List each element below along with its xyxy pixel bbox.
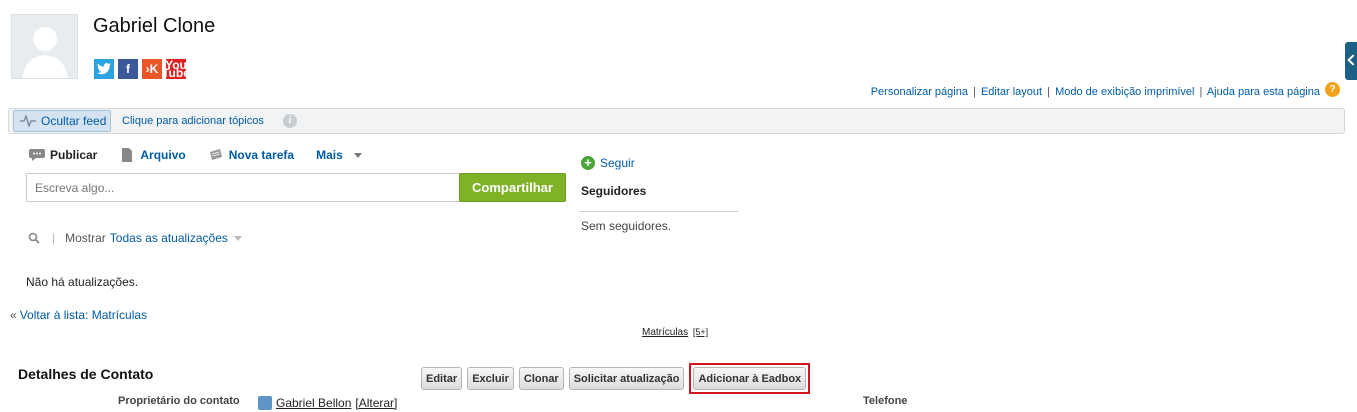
share-button[interactable]: Compartilhar: [459, 173, 566, 202]
follow-label: Seguir: [600, 156, 635, 170]
request-update-button[interactable]: Solicitar atualização: [568, 367, 685, 390]
social-icons: f ›K You Tube: [94, 59, 190, 79]
link-separator: |: [973, 86, 976, 98]
youtube-icon[interactable]: You Tube: [162, 59, 190, 79]
pulse-icon: [20, 115, 36, 127]
feed-empty-text: Não há atualizações.: [26, 275, 139, 289]
file-icon: [122, 148, 133, 162]
printable-view-link[interactable]: Modo de exibição imprimível: [1055, 86, 1194, 98]
section-title: Detalhes de Contato: [18, 366, 154, 382]
chevron-down-icon[interactable]: [233, 235, 242, 241]
feed-filter: | Mostrar Todas as atualizações: [28, 231, 242, 245]
clone-button[interactable]: Clonar: [518, 367, 564, 390]
change-owner-link[interactable]: [Alterar]: [355, 396, 397, 410]
compose-box: Compartilhar: [26, 173, 566, 202]
post-input[interactable]: [27, 174, 447, 201]
tab-publish[interactable]: Publicar: [29, 148, 97, 162]
related-enrollments-link[interactable]: Matrículas: [642, 327, 688, 338]
klout-icon[interactable]: ›K: [142, 59, 162, 79]
task-icon: [209, 149, 222, 160]
tab-new-task-label: Nova tarefa: [228, 148, 295, 162]
owner-field-value: Gabriel Bellon [Alterar]: [258, 396, 397, 410]
user-icon: [258, 396, 272, 410]
customize-page-link[interactable]: Personalizar página: [871, 86, 968, 98]
page-actions-links: Personalizar página | Editar layout | Mo…: [871, 86, 1320, 98]
profile-avatar[interactable]: [11, 14, 78, 79]
help-link[interactable]: Ajuda para esta página: [1207, 86, 1320, 98]
add-topics-link[interactable]: Clique para adicionar tópicos: [122, 115, 264, 127]
speech-bubble-icon: [29, 149, 45, 161]
side-collapse-tab[interactable]: [1345, 42, 1357, 80]
profile-name: Gabriel Clone: [93, 15, 216, 37]
back-to-list-link[interactable]: «Voltar à lista: Matrículas: [10, 308, 147, 322]
back-quote: «: [10, 308, 17, 322]
highlight-box: Adicionar à Eadbox: [689, 363, 811, 394]
tab-file-label: Arquivo: [140, 148, 186, 162]
followers-empty-text: Sem seguidores.: [581, 219, 672, 233]
feed-toolbar: Ocultar feed Clique para adicionar tópic…: [8, 108, 1345, 134]
related-count[interactable]: [5+]: [693, 327, 708, 337]
chevron-down-icon: [353, 152, 362, 158]
help-icon[interactable]: ?: [1325, 82, 1340, 97]
delete-button[interactable]: Excluir: [467, 367, 514, 390]
twitter-icon[interactable]: [94, 59, 114, 79]
plus-icon: +: [581, 156, 595, 170]
add-to-eadbox-button[interactable]: Adicionar à Eadbox: [693, 367, 807, 390]
link-separator: |: [1199, 86, 1203, 98]
followers-title: Seguidores: [581, 184, 647, 198]
filter-separator: |: [52, 231, 56, 245]
show-label: Mostrar: [65, 231, 106, 245]
facebook-icon[interactable]: f: [118, 59, 138, 79]
hide-feed-label: Ocultar feed: [41, 114, 107, 128]
related-list-hover: Matrículas [5+]: [642, 327, 708, 338]
info-icon[interactable]: i: [283, 114, 297, 128]
edit-button[interactable]: Editar: [421, 367, 463, 390]
back-to-list-label: Voltar à lista: Matrículas: [19, 308, 148, 322]
owner-name-link[interactable]: Gabriel Bellon: [276, 396, 351, 410]
phone-field-label: Telefone: [863, 395, 908, 407]
show-filter-dropdown[interactable]: Todas as atualizações: [110, 231, 228, 245]
edit-layout-link[interactable]: Editar layout: [981, 86, 1042, 98]
tab-more-label: Mais: [316, 148, 343, 162]
detail-buttons: Editar Excluir Clonar Solicitar atualiza…: [421, 363, 811, 394]
tab-publish-label: Publicar: [50, 148, 98, 162]
divider: [579, 211, 738, 212]
tab-file[interactable]: Arquivo: [119, 148, 186, 162]
hide-feed-button[interactable]: Ocultar feed: [13, 110, 111, 132]
publisher-tabs: Publicar Arquivo Nova tarefa Mais: [29, 148, 384, 162]
tab-more[interactable]: Mais: [316, 148, 362, 162]
search-icon[interactable]: [28, 232, 40, 244]
owner-field-label: Proprietário do contato: [118, 395, 240, 407]
link-separator: |: [1047, 86, 1051, 98]
tab-new-task[interactable]: Nova tarefa: [208, 148, 294, 162]
follow-button[interactable]: + Seguir: [581, 156, 635, 170]
